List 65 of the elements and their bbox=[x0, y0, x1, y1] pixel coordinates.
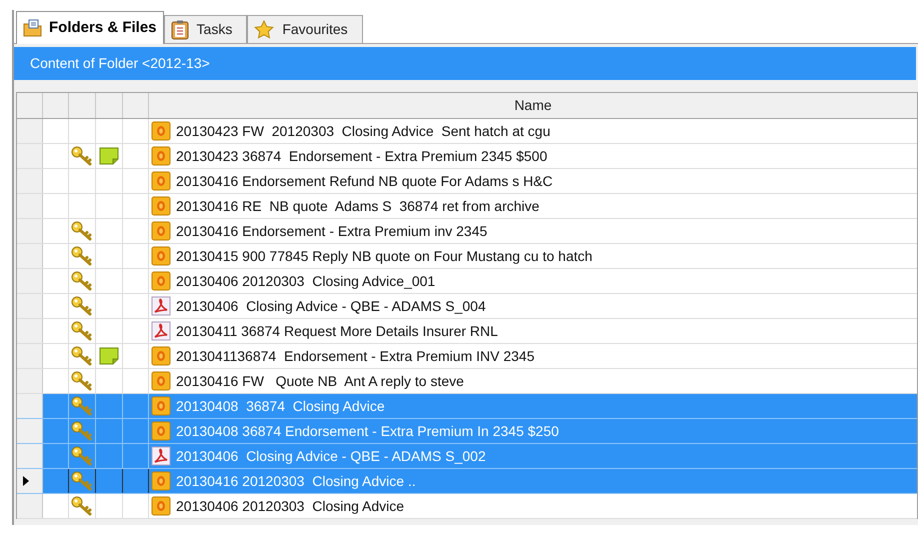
file-name[interactable]: 20130423 FW 20120303 Closing Advice Sent hatch at cgu bbox=[176, 120, 550, 142]
file-name[interactable]: 20130416 Endorsement Refund NB quote For Adams s H&C bbox=[176, 170, 553, 192]
pdf-icon bbox=[151, 296, 171, 316]
table-row[interactable]: 20130423 FW 20120303 Closing Advice Sent hatch at cgu bbox=[17, 119, 917, 144]
envelope-icon bbox=[151, 146, 171, 166]
key-icon bbox=[71, 146, 93, 166]
pdf-icon bbox=[151, 446, 171, 466]
pdf-icon bbox=[151, 321, 171, 341]
table-row[interactable]: 20130406 Closing Advice - QBE - ADAMS S_004 bbox=[17, 294, 917, 319]
key-icon bbox=[71, 471, 93, 491]
file-name[interactable]: 20130416 FW Quote NB Ant A reply to steve bbox=[176, 370, 464, 392]
table-row[interactable]: 20130416 FW Quote NB Ant A reply to steve bbox=[17, 369, 917, 394]
sticky-note-icon bbox=[99, 347, 119, 365]
tab[interactable]: Favourites bbox=[247, 15, 363, 43]
envelope-icon bbox=[151, 471, 171, 491]
envelope-icon bbox=[151, 421, 171, 441]
table-row[interactable]: 20130416 RE NB quote Adams S 36874 ret from archive bbox=[17, 194, 917, 219]
folder-icon bbox=[23, 19, 43, 37]
tab[interactable]: Tasks bbox=[164, 15, 248, 43]
key-icon bbox=[71, 246, 93, 266]
key-icon bbox=[71, 421, 93, 441]
folder-header: Content of Folder <2012-13> bbox=[14, 47, 916, 80]
file-name[interactable]: 2013041136874 Endorsement - Extra Premium INV 2345 bbox=[176, 346, 535, 366]
key-icon bbox=[71, 346, 93, 366]
envelope-icon bbox=[151, 271, 171, 291]
file-name[interactable]: 20130406 Closing Advice - QBE - ADAMS S_004 bbox=[176, 296, 486, 316]
table-row[interactable]: 20130423 36874 Endorsement - Extra Premium 2345 $500 bbox=[17, 144, 917, 169]
star-icon bbox=[254, 20, 274, 39]
file-name[interactable]: 20130423 36874 Endorsement - Extra Premium 2345 $500 bbox=[176, 146, 548, 166]
table-row[interactable]: 20130415 900 77845 Reply NB quote on Four Mustang cu to hatch bbox=[17, 244, 917, 269]
table-row[interactable]: 2013041136874 Endorsement - Extra Premium INV 2345 bbox=[17, 344, 917, 369]
sticky-note-icon bbox=[99, 147, 119, 165]
file-name[interactable]: 20130406 20120303 Closing Advice bbox=[176, 496, 404, 516]
key-icon bbox=[71, 396, 93, 416]
envelope-icon bbox=[151, 346, 171, 366]
key-icon bbox=[71, 271, 93, 291]
envelope-icon bbox=[151, 496, 171, 516]
envelope-icon bbox=[151, 246, 171, 266]
clipboard-icon bbox=[170, 20, 189, 40]
file-name[interactable]: 20130411 36874 Request More Details Insurer RNL bbox=[176, 320, 498, 342]
key-icon bbox=[71, 446, 93, 466]
file-name[interactable]: 20130406 20120303 Closing Advice_001 bbox=[176, 270, 436, 292]
envelope-icon bbox=[151, 396, 171, 416]
row-header[interactable] bbox=[17, 469, 43, 493]
envelope-icon bbox=[151, 121, 171, 141]
envelope-icon bbox=[151, 196, 171, 216]
column-header[interactable]: Name bbox=[514, 95, 552, 116]
envelope-icon bbox=[151, 221, 171, 241]
file-name[interactable]: 20130416 RE NB quote Adams S 36874 ret from archive bbox=[176, 196, 540, 216]
key-icon bbox=[71, 496, 93, 516]
key-icon bbox=[71, 371, 93, 391]
table-row[interactable]: 20130416 Endorsement - Extra Premium inv 2345 bbox=[17, 219, 917, 244]
envelope-icon bbox=[151, 371, 171, 391]
key-icon bbox=[71, 296, 93, 316]
table-row[interactable]: 20130411 36874 Request More Details Insurer RNL bbox=[17, 319, 917, 344]
key-icon bbox=[71, 221, 93, 241]
table-row[interactable]: 20130406 20120303 Closing Advice bbox=[17, 494, 917, 519]
tab[interactable]: Folders & Files bbox=[16, 11, 164, 44]
file-name[interactable]: 20130416 Endorsement - Extra Premium inv 2345 bbox=[176, 220, 488, 242]
envelope-icon bbox=[151, 171, 171, 191]
file-name[interactable]: 20130415 900 77845 Reply NB quote on Four Mustang cu to hatch bbox=[176, 246, 592, 266]
table-row[interactable]: 20130416 Endorsement Refund NB quote For Adams s H&C bbox=[17, 169, 917, 194]
table-row[interactable]: 20130406 20120303 Closing Advice_001 bbox=[17, 269, 917, 294]
key-icon bbox=[71, 321, 93, 341]
current-row-icon bbox=[23, 476, 29, 486]
